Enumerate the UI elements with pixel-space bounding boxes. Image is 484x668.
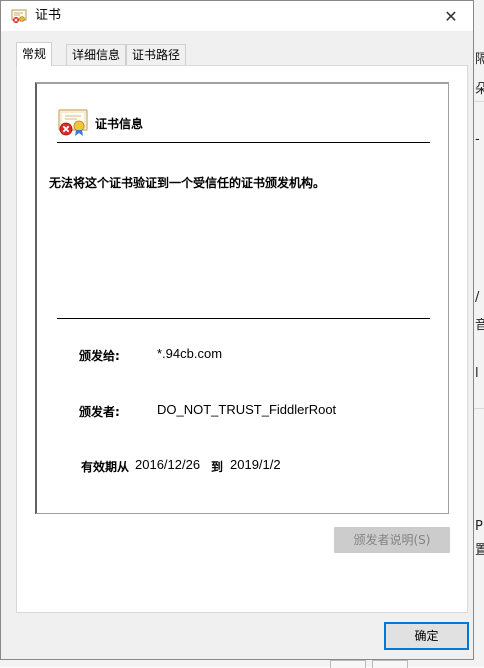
valid-from-value: 2016/12/26 xyxy=(135,457,201,472)
background-text-fragment: 音 xyxy=(475,318,484,333)
certificate-info-box: 证书信息 无法将这个证书验证到一个受信任的证书颁发机构。 颁发给: *.94cb… xyxy=(35,82,449,514)
untrusted-warning-text: 无法将这个证书验证到一个受信任的证书颁发机构。 xyxy=(49,176,326,190)
issuer-statement-button[interactable]: 颁发者说明(S) xyxy=(334,527,450,553)
issued-to-label: 颁发给: xyxy=(79,349,120,363)
background-text-fragment: - xyxy=(475,132,480,147)
certificate-error-icon xyxy=(58,109,88,136)
window-title: 证书 xyxy=(35,8,62,23)
background-text-fragment: 朵 xyxy=(475,82,484,97)
background-divider xyxy=(474,101,484,102)
title-bar: 证书 ✕ xyxy=(1,1,473,31)
tab-certification-path[interactable]: 证书路径 xyxy=(126,44,187,65)
valid-from-label: 有效期从 xyxy=(81,460,130,474)
ok-button[interactable]: 确定 xyxy=(384,622,469,650)
valid-to-label: 到 xyxy=(211,460,224,474)
close-icon: ✕ xyxy=(444,6,458,26)
issued-by-label: 颁发者: xyxy=(79,405,120,419)
certificate-info-heading: 证书信息 xyxy=(95,117,144,131)
valid-to-value: 2019/1/2 xyxy=(230,457,281,472)
background-text-fragment: / xyxy=(475,290,480,305)
certificate-dialog: 证书 ✕ 常规 详细信息 证书路径 证书信息 无法将这个证书验证到一个受信任的证… xyxy=(0,0,474,660)
background-text-fragment: P xyxy=(475,519,483,534)
certificate-icon xyxy=(11,9,27,23)
background-text-fragment: 置 xyxy=(475,543,484,558)
background-divider xyxy=(474,408,484,409)
details-divider xyxy=(57,318,430,319)
background-text-fragment: 隔 xyxy=(475,52,484,67)
issued-to-value: *.94cb.com xyxy=(157,346,223,361)
tab-details[interactable]: 详细信息 xyxy=(66,44,127,65)
tab-general[interactable]: 常规 xyxy=(16,42,53,66)
general-tab-panel: 证书信息 无法将这个证书验证到一个受信任的证书颁发机构。 颁发给: *.94cb… xyxy=(16,65,468,613)
heading-divider xyxy=(57,142,430,143)
background-text-fragment: l xyxy=(475,366,479,381)
issued-by-value: DO_NOT_TRUST_FiddlerRoot xyxy=(157,402,337,417)
close-button[interactable]: ✕ xyxy=(429,1,473,31)
